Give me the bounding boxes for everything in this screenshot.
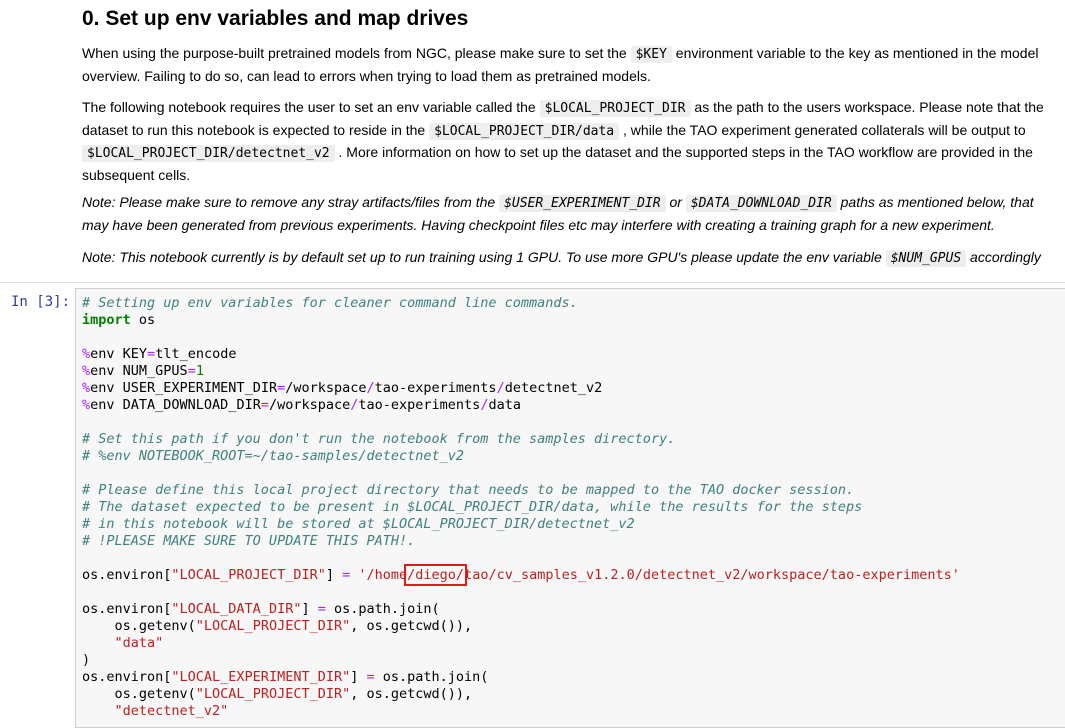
inline-code: $LOCAL_PROJECT_DIR [539, 100, 691, 117]
cell-separator [0, 282, 1065, 283]
section-heading: 0. Set up env variables and map drives [82, 7, 469, 30]
code-content[interactable]: # Setting up env variables for cleaner c… [82, 295, 960, 720]
paragraph-ngc-key: When using the purpose-built pretrained … [82, 45, 1039, 84]
note-num-gpus: Note: This notebook currently is by defa… [82, 249, 1041, 267]
inline-code: $LOCAL_PROJECT_DIR/detectnet_v2 [82, 145, 335, 162]
highlighted-path-segment: /diego/ [404, 564, 468, 586]
cell-prompt: In [3]: [11, 294, 71, 310]
inline-code: $KEY [630, 46, 672, 63]
note-stray-artifacts: Note: Please make sure to remove any str… [82, 194, 1034, 233]
inline-code: $NUM_GPUS [885, 250, 967, 267]
code-cell-editor[interactable]: # Setting up env variables for cleaner c… [75, 288, 1065, 728]
inline-code: $DATA_DOWNLOAD_DIR [685, 195, 837, 212]
inline-code: $LOCAL_PROJECT_DIR/data [429, 122, 620, 140]
inline-code: $USER_EXPERIMENT_DIR [499, 195, 666, 212]
paragraph-project-dir: The following notebook requires the user… [82, 99, 1044, 183]
